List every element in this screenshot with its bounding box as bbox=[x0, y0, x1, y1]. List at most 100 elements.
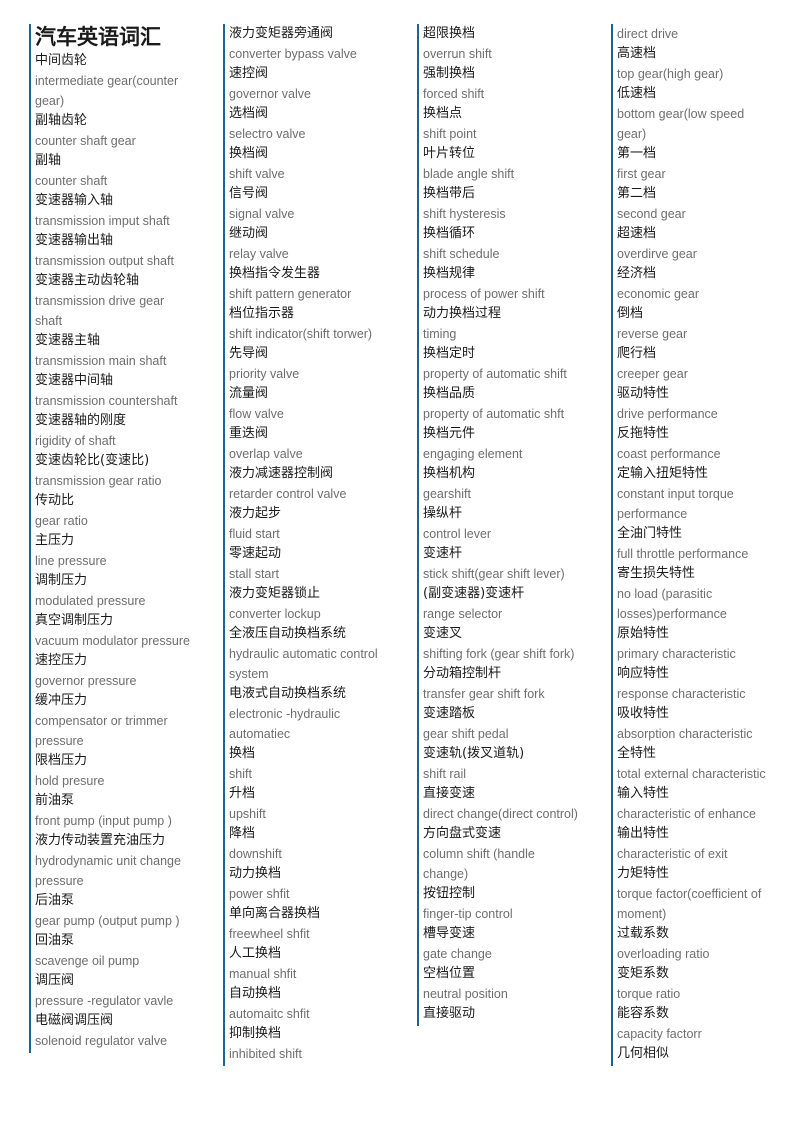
term-chinese: 人工换档 bbox=[229, 946, 282, 961]
term-chinese: 分动箱控制杆 bbox=[423, 666, 502, 681]
term-english: shift pattern generator bbox=[229, 287, 352, 301]
term-english: transmission main shaft bbox=[35, 354, 167, 368]
term-english: transmission gear ratio bbox=[35, 474, 162, 488]
term-chinese: 抑制换档 bbox=[229, 1026, 282, 1041]
term-english: automaitc shfit bbox=[229, 1007, 310, 1021]
term-chinese: 直接变速 bbox=[423, 786, 476, 801]
term-english: shift bbox=[229, 767, 252, 781]
term-english: neutral position bbox=[423, 987, 508, 1001]
term-chinese: 限档压力 bbox=[35, 753, 88, 768]
term-chinese: 超限换档 bbox=[423, 26, 476, 41]
term-chinese: 叶片转位 bbox=[423, 146, 476, 161]
term-chinese: 输入特性 bbox=[617, 786, 670, 801]
term-english: freewheel shfit bbox=[229, 927, 310, 941]
term-chinese: 反拖特性 bbox=[617, 426, 670, 441]
term-english: shift rail bbox=[423, 767, 467, 781]
term-english: property of automatic shift bbox=[423, 367, 567, 381]
term-english: shifting fork (gear shift fork) bbox=[423, 647, 575, 661]
term-english: converter lockup bbox=[229, 607, 321, 621]
term-chinese: 超速档 bbox=[617, 226, 657, 241]
term-english: capacity factorr bbox=[617, 1027, 702, 1041]
term-chinese: 回油泵 bbox=[35, 933, 75, 948]
term-chinese: 全液压自动换档系统 bbox=[229, 626, 347, 641]
term-chinese: 前油泵 bbox=[35, 793, 75, 808]
term-english: shift indicator(shift torwer) bbox=[229, 327, 373, 341]
term-chinese: 经济档 bbox=[617, 266, 657, 281]
term-chinese: 主压力 bbox=[35, 533, 75, 548]
term-chinese: 力矩特性 bbox=[617, 866, 670, 881]
term-chinese: 真空调制压力 bbox=[35, 613, 114, 628]
term-chinese: 调制压力 bbox=[35, 573, 88, 588]
term-chinese: 动力换档过程 bbox=[423, 306, 502, 321]
term-english: first gear bbox=[617, 167, 666, 181]
term-chinese: 副轴齿轮 bbox=[35, 113, 88, 128]
term-chinese: 变速器主动齿轮轴 bbox=[35, 273, 140, 288]
term-english: relay valve bbox=[229, 247, 289, 261]
term-english: torque factor(coefficient of moment) bbox=[617, 887, 762, 921]
term-chinese: 全特性 bbox=[617, 746, 657, 761]
term-english: shift schedule bbox=[423, 247, 500, 261]
term-english: counter shaft bbox=[35, 174, 108, 188]
term-chinese: 过载系数 bbox=[617, 926, 670, 941]
term-chinese: 液力变矩器旁通阀 bbox=[229, 26, 334, 41]
term-chinese: 流量阀 bbox=[229, 386, 269, 401]
term-english: top gear(high gear) bbox=[617, 67, 724, 81]
term-chinese: 高速档 bbox=[617, 46, 657, 61]
term-chinese: 变速杆 bbox=[423, 546, 463, 561]
term-chinese: 输出特性 bbox=[617, 826, 670, 841]
term-chinese: 原始特性 bbox=[617, 626, 670, 641]
term-chinese: 换档 bbox=[229, 746, 256, 761]
term-english: finger-tip control bbox=[423, 907, 513, 921]
term-chinese: 变速踏板 bbox=[423, 706, 476, 721]
term-chinese: 继动阀 bbox=[229, 226, 269, 241]
term-english: gearshift bbox=[423, 487, 471, 501]
term-english: scavenge oil pump bbox=[35, 954, 140, 968]
page-title: 汽车英语词汇 bbox=[35, 24, 161, 49]
term-english: electronic -hydraulic automatiec bbox=[229, 707, 341, 741]
term-english: transmission countershaft bbox=[35, 394, 178, 408]
term-english: upshift bbox=[229, 807, 266, 821]
term-english: transmission drive gear shaft bbox=[35, 294, 165, 328]
term-chinese: 选档阀 bbox=[229, 106, 269, 121]
term-chinese: 变速叉 bbox=[423, 626, 463, 641]
term-english: line pressure bbox=[35, 554, 107, 568]
term-english: signal valve bbox=[229, 207, 295, 221]
term-english: priority valve bbox=[229, 367, 300, 381]
term-english: primary characteristic bbox=[617, 647, 736, 661]
term-english: forced shift bbox=[423, 87, 485, 101]
term-chinese: 速控压力 bbox=[35, 653, 88, 668]
term-english: gate change bbox=[423, 947, 492, 961]
term-english: overlap valve bbox=[229, 447, 303, 461]
term-english: absorption characteristic bbox=[617, 727, 753, 741]
term-chinese: 缓冲压力 bbox=[35, 693, 88, 708]
term-english: characteristic of exit bbox=[617, 847, 728, 861]
term-english: process of power shift bbox=[423, 287, 545, 301]
term-chinese: 第一档 bbox=[617, 146, 657, 161]
term-english: no load (parasitic losses)performance bbox=[617, 587, 727, 621]
term-english: power shfit bbox=[229, 887, 290, 901]
term-english: coast performance bbox=[617, 447, 721, 461]
term-english: gear shift pedal bbox=[423, 727, 509, 741]
term-english: engaging element bbox=[423, 447, 523, 461]
term-chinese: 变速器主轴 bbox=[35, 333, 101, 348]
term-english: rigidity of shaft bbox=[35, 434, 116, 448]
term-english: reverse gear bbox=[617, 327, 688, 341]
term-chinese: 方向盘式变速 bbox=[423, 826, 502, 841]
term-english: hold presure bbox=[35, 774, 105, 788]
term-chinese: 倒档 bbox=[617, 306, 644, 321]
term-english: shift hysteresis bbox=[423, 207, 506, 221]
term-chinese: 重迭阀 bbox=[229, 426, 269, 441]
vocabulary-column: direct drive 高速档 top gear(high gear) 低速档 bot… bbox=[611, 24, 773, 1066]
term-english: intermediate gear(counter gear) bbox=[35, 74, 179, 108]
term-english: inhibited shift bbox=[229, 1047, 302, 1061]
term-english: timing bbox=[423, 327, 457, 341]
term-chinese: 爬行档 bbox=[617, 346, 657, 361]
vocabulary-column: 液力变矩器旁通阀 converter bypass valve 速控阀 governo… bbox=[223, 24, 385, 1066]
term-chinese: 操纵杆 bbox=[423, 506, 463, 521]
term-english: direct change(direct control) bbox=[423, 807, 578, 821]
term-english: pressure -regulator vavle bbox=[35, 994, 174, 1008]
term-chinese: 副轴 bbox=[35, 153, 62, 168]
term-english: hydrodynamic unit change pressure bbox=[35, 854, 181, 888]
term-chinese: 动力换档 bbox=[229, 866, 282, 881]
term-chinese: 先导阀 bbox=[229, 346, 269, 361]
